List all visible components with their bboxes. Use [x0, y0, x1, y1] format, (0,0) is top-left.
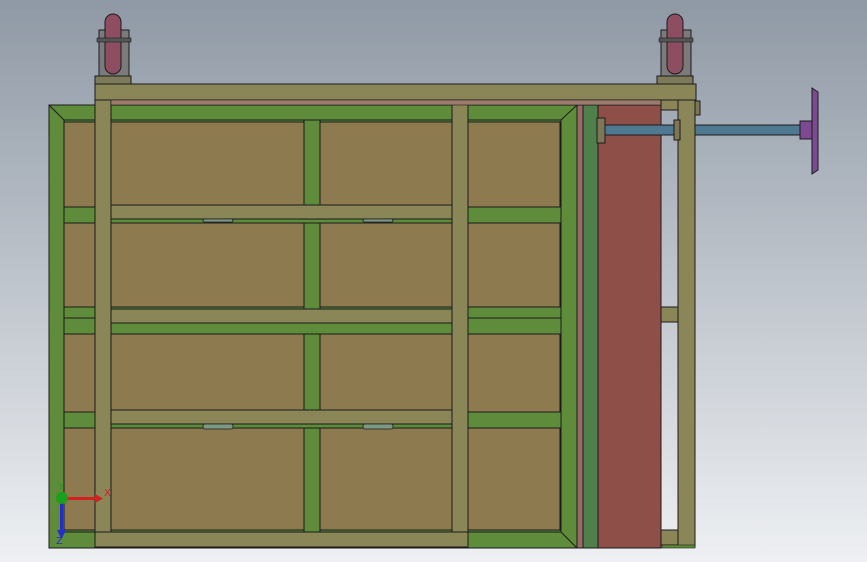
panel: [319, 121, 561, 208]
front-frame-bottom-beam: [94, 531, 469, 548]
caster-wheel: [104, 13, 122, 75]
shaft-flange: [596, 117, 606, 144]
right-frame-stub: [660, 99, 679, 111]
caster-axle: [658, 37, 694, 43]
front-frame-left-post: [94, 99, 112, 548]
caster-wheel: [666, 13, 684, 75]
front-frame-rail: [110, 204, 453, 220]
right-frame-rail: [660, 529, 679, 546]
front-frame-rail: [110, 308, 453, 324]
cad-model-front-view[interactable]: X Y Z: [0, 0, 867, 562]
caster-plate: [656, 75, 694, 85]
cad-viewport[interactable]: X Y Z: [0, 0, 867, 562]
right-frame-post: [677, 99, 696, 548]
axis-y-label: Y: [57, 482, 65, 493]
caster-plate: [94, 75, 132, 85]
panel: [319, 427, 561, 531]
shaft-nut: [694, 100, 701, 116]
axis-z-label: Z: [56, 536, 63, 547]
hub: [799, 120, 813, 140]
shaft-inner: [604, 124, 679, 136]
panel: [319, 222, 561, 308]
shaft-collar: [673, 119, 681, 141]
right-frame-base: [661, 544, 696, 549]
caster-axle: [96, 37, 132, 43]
panel: [319, 333, 561, 413]
shaft-outer: [694, 124, 804, 136]
red-plate: [597, 104, 662, 549]
handwheel-icon: [811, 87, 819, 175]
right-frame-rail: [660, 306, 679, 323]
axis-x-label: X: [104, 488, 111, 499]
front-frame-right-post: [451, 99, 469, 548]
top-beam-strip: [110, 99, 677, 106]
pink-spacer: [576, 104, 584, 549]
front-frame-rail: [110, 409, 453, 425]
front-frame-top-beam: [94, 83, 697, 101]
green-plate: [582, 104, 599, 549]
